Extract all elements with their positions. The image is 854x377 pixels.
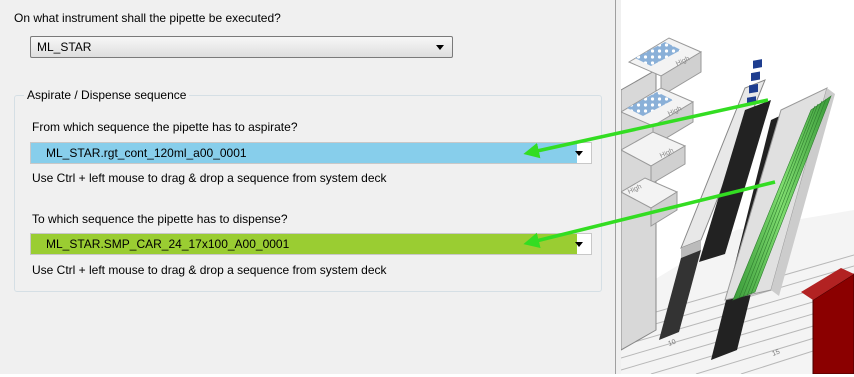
dispense-hint: Use Ctrl + left mouse to drag & drop a s… (32, 263, 387, 277)
settings-panel: On what instrument shall the pipette be … (0, 0, 615, 374)
dispense-sequence-dropdown[interactable]: ML_STAR.SMP_CAR_24_17x100_A00_0001 (30, 233, 592, 255)
aspirate-sequence-value: ML_STAR.rgt_cont_120ml_a00_0001 (31, 143, 577, 163)
instrument-question: On what instrument shall the pipette be … (14, 11, 281, 25)
deck-3d-image[interactable]: High High High High 10 15 (619, 0, 854, 375)
instrument-dropdown[interactable]: ML_STAR (30, 36, 453, 58)
aspirate-sequence-dropdown[interactable]: ML_STAR.rgt_cont_120ml_a00_0001 (30, 142, 592, 164)
chevron-down-icon[interactable] (575, 151, 583, 156)
system-deck-view[interactable]: High High High High 10 15 (619, 0, 854, 375)
chevron-down-icon[interactable] (436, 45, 444, 50)
dispense-sequence-value: ML_STAR.SMP_CAR_24_17x100_A00_0001 (31, 234, 577, 254)
dispense-question: To which sequence the pipette has to dis… (32, 212, 288, 226)
aspirate-hint: Use Ctrl + left mouse to drag & drop a s… (32, 171, 387, 185)
aspirate-question: From which sequence the pipette has to a… (32, 120, 298, 134)
sequence-group-title: Aspirate / Dispense sequence (24, 88, 190, 102)
chevron-down-icon[interactable] (575, 242, 583, 247)
instrument-selected-value: ML_STAR (37, 40, 92, 54)
